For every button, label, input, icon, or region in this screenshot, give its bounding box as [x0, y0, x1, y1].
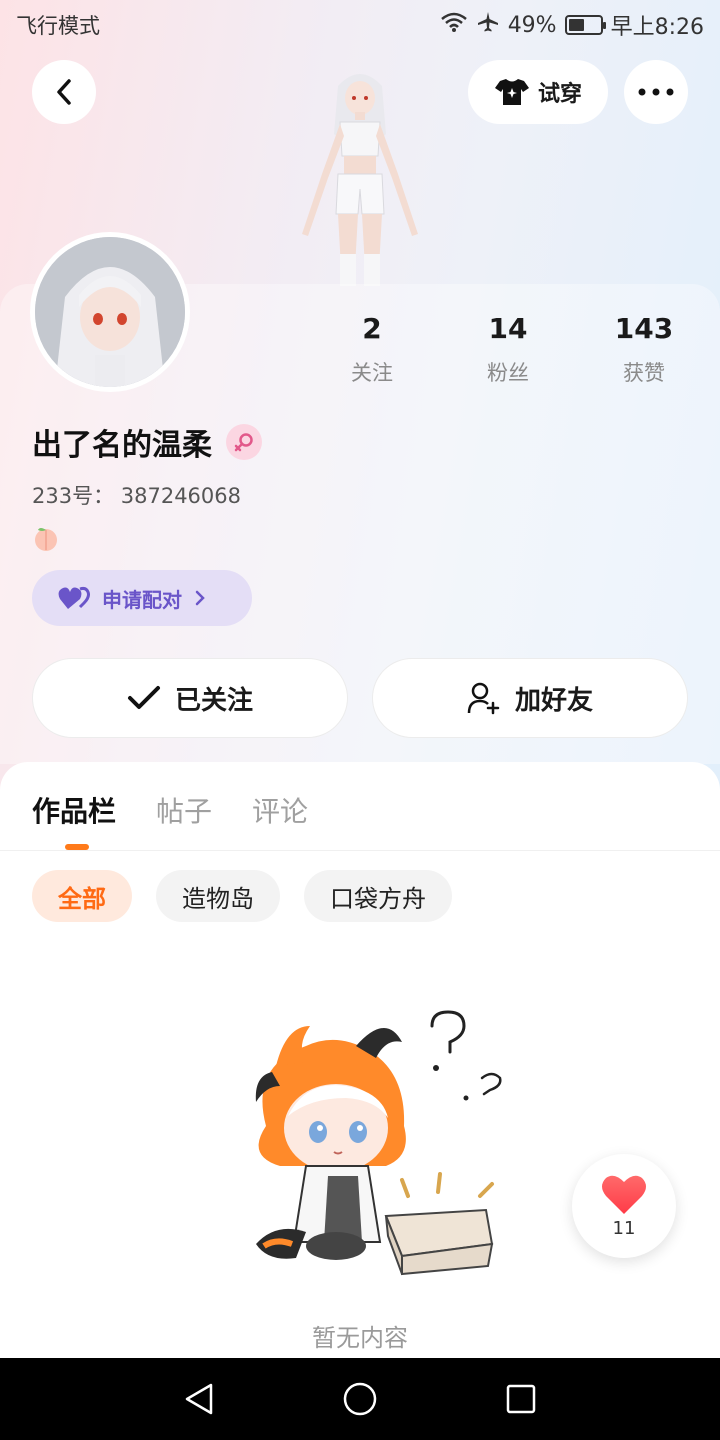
tab-comments[interactable]: 评论 — [252, 790, 308, 830]
followed-button[interactable]: 已关注 — [32, 658, 348, 738]
empty-state-text: 暂无内容 — [312, 1324, 408, 1352]
battery-percent: 49% — [507, 12, 557, 38]
add-friend-label: 加好友 — [514, 685, 593, 716]
more-button[interactable] — [624, 60, 688, 124]
system-navigation-bar — [0, 1358, 720, 1440]
stat-number: 143 — [614, 312, 674, 345]
heart-pair-icon — [58, 586, 90, 609]
like-count: 11 — [612, 1217, 636, 1239]
avatar-figure-image — [302, 74, 418, 286]
tshirt-icon — [494, 79, 529, 105]
followed-label: 已关注 — [174, 685, 253, 716]
try-on-button[interactable]: 试穿 — [468, 60, 608, 124]
stat-followers[interactable]: 14 粉丝 — [440, 312, 576, 387]
chip-creation-island[interactable]: 造物岛 — [156, 870, 280, 922]
nav-recents-icon[interactable] — [505, 1383, 537, 1415]
stat-label: 粉丝 — [487, 361, 529, 385]
filter-chips: 全部 造物岛 口袋方舟 — [32, 870, 452, 922]
avatar[interactable] — [30, 232, 190, 392]
content-section: 作品栏 帖子 评论 全部 造物岛 口袋方舟 暂无内容 — [0, 762, 720, 1358]
floating-like-button[interactable]: 11 — [572, 1154, 676, 1258]
airplane-icon — [476, 10, 500, 40]
request-pair-label: 申请配对 — [102, 587, 182, 612]
tab-posts[interactable]: 帖子 — [156, 790, 212, 830]
content-tabs: 作品栏 帖子 评论 — [32, 790, 308, 830]
stat-label: 获赞 — [623, 361, 665, 385]
stat-label: 关注 — [351, 361, 393, 385]
status-bar: 飞行模式 49% 早上8:26 — [0, 0, 720, 50]
stat-number: 14 — [488, 312, 528, 345]
request-pair-button[interactable]: 申请配对 — [32, 570, 252, 626]
peach-emoji-icon — [35, 528, 57, 551]
stat-following[interactable]: 2 关注 — [304, 312, 440, 387]
airplane-mode-text: 飞行模式 — [16, 14, 100, 38]
nav-back-icon[interactable] — [183, 1382, 215, 1416]
add-user-icon — [467, 682, 500, 715]
back-button[interactable] — [32, 60, 96, 124]
avatar-image — [35, 237, 185, 387]
add-friend-button[interactable]: 加好友 — [372, 658, 688, 738]
empty-state-illustration — [255, 1010, 502, 1276]
heart-icon — [602, 1175, 646, 1214]
battery-icon — [564, 15, 606, 35]
nav-home-icon[interactable] — [342, 1381, 378, 1417]
wifi-icon — [440, 11, 468, 39]
more-dots-icon — [638, 88, 674, 96]
stat-number: 2 — [362, 312, 382, 345]
profile-stats: 2 关注 14 粉丝 143 获赞 — [304, 312, 712, 387]
try-on-label: 试穿 — [537, 82, 582, 107]
username-row: 出了名的温柔 — [32, 420, 262, 464]
chevron-right-icon — [195, 590, 205, 606]
clock: 早上8:26 — [610, 15, 704, 40]
username: 出了名的温柔 — [32, 428, 212, 463]
chip-all[interactable]: 全部 — [32, 870, 132, 922]
tabs-divider — [0, 850, 720, 851]
tab-works[interactable]: 作品栏 — [32, 790, 116, 830]
checkmark-icon — [127, 686, 160, 709]
user-id: 233号： 387246068 — [32, 484, 242, 508]
chip-pocket-ark[interactable]: 口袋方舟 — [304, 870, 452, 922]
status-right: 49% 早上8:26 — [440, 9, 704, 41]
female-gender-icon — [226, 424, 262, 460]
chevron-left-icon — [57, 79, 71, 105]
stat-likes[interactable]: 143 获赞 — [576, 312, 712, 387]
